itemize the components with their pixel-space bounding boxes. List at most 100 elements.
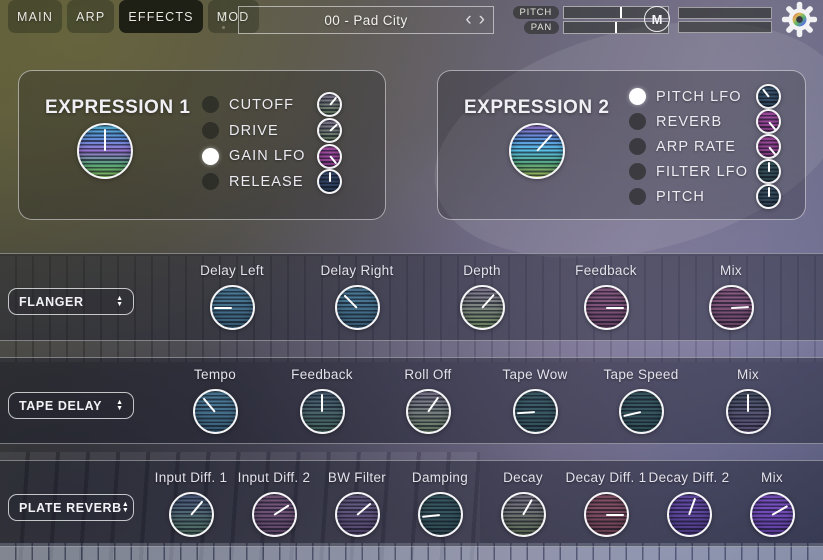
- option-label-pitch: PITCH: [656, 189, 705, 205]
- knob-pointer: [517, 411, 535, 414]
- expression-1-main-knob-wrap: [77, 123, 133, 179]
- expression-1-title: EXPRESSION 1: [45, 97, 190, 119]
- meter-bar: [678, 7, 772, 19]
- option-row-pitch-lfo: PITCH LFO: [629, 84, 781, 109]
- option-label-gain-lfo: GAIN LFO: [229, 148, 305, 164]
- effect-selector-label: FLANGER: [19, 295, 84, 309]
- knob-pointer: [427, 396, 439, 412]
- knob-tape-delay-feedback[interactable]: [300, 389, 345, 434]
- option-knob-drive[interactable]: [317, 118, 342, 143]
- knob-flanger-feedback[interactable]: [584, 285, 629, 330]
- effect-selector-flanger[interactable]: FLANGER ▲ ▼: [8, 288, 134, 315]
- knob-plate-reverb-input-diff-2[interactable]: [252, 492, 297, 537]
- option-knob-filter-lfo[interactable]: [756, 159, 781, 184]
- preset-selector[interactable]: 00 - Pad City ‹ ›: [238, 6, 494, 34]
- dropdown-down-icon: ▼: [122, 508, 129, 514]
- knob-pointer: [356, 502, 371, 515]
- option-radio-pitch[interactable]: [629, 188, 646, 205]
- option-knob-pitch[interactable]: [756, 184, 781, 209]
- knob-pointer: [329, 172, 331, 182]
- knob-label-mix: Mix: [676, 262, 786, 280]
- knob-pointer: [481, 293, 495, 308]
- pan-label: PAN: [513, 21, 559, 34]
- knob-plate-reverb-decay-diff-1[interactable]: [584, 492, 629, 537]
- option-radio-reverb[interactable]: [629, 113, 646, 130]
- knob-flanger-depth[interactable]: [460, 285, 505, 330]
- knob-group-tape-delay-tempo: Tempo: [160, 366, 270, 434]
- option-knob-pitch-lfo[interactable]: [756, 84, 781, 109]
- knob-tape-delay-tempo[interactable]: [193, 389, 238, 434]
- knob-pointer: [422, 514, 440, 518]
- knob-group-tape-delay-tape-speed: Tape Speed: [586, 366, 696, 434]
- knob-plate-reverb-mix[interactable]: [750, 492, 795, 537]
- option-radio-gain-lfo[interactable]: [202, 148, 219, 165]
- pan-slider-thumb[interactable]: [615, 22, 617, 33]
- knob-flanger-mix[interactable]: [709, 285, 754, 330]
- knob-pointer: [768, 187, 770, 197]
- effect-selector-label: PLATE REVERB: [19, 501, 122, 515]
- knob-pointer: [329, 123, 338, 131]
- mono-button[interactable]: M: [644, 6, 670, 32]
- knob-label-tape-speed: Tape Speed: [586, 366, 696, 384]
- knob-flanger-delay-left[interactable]: [210, 285, 255, 330]
- expression-2-panel: EXPRESSION 2 PITCH LFOREVERBARP RATEFILT…: [437, 70, 806, 220]
- knob-tape-delay-roll-off[interactable]: [406, 389, 451, 434]
- knob-plate-reverb-decay-diff-2[interactable]: [667, 492, 712, 537]
- effect-row-flanger: FLANGER ▲ ▼ Delay LeftDelay RightDepthFe…: [0, 253, 823, 341]
- expression-1-main-knob[interactable]: [77, 123, 133, 179]
- option-radio-pitch-lfo[interactable]: [629, 88, 646, 105]
- knob-plate-reverb-damping[interactable]: [418, 492, 463, 537]
- dropdown-arrows-icon: ▲ ▼: [116, 296, 123, 308]
- settings-gear-icon[interactable]: [781, 1, 818, 43]
- knob-plate-reverb-bw-filter[interactable]: [335, 492, 380, 537]
- knob-group-flanger-delay-left: Delay Left: [177, 262, 287, 330]
- expression-2-main-knob[interactable]: [509, 123, 565, 179]
- effect-selector-plate-reverb[interactable]: PLATE REVERB ▲ ▼: [8, 494, 134, 521]
- knob-plate-reverb-decay[interactable]: [501, 492, 546, 537]
- knob-flanger-delay-right[interactable]: [335, 285, 380, 330]
- preset-next-icon[interactable]: ›: [479, 10, 485, 30]
- option-row-filter-lfo: FILTER LFO: [629, 159, 781, 184]
- option-knob-arp-rate[interactable]: [756, 134, 781, 159]
- tab-effects[interactable]: EFFECTS: [119, 0, 202, 33]
- knob-group-flanger-delay-right: Delay Right: [302, 262, 412, 330]
- option-radio-drive[interactable]: [202, 122, 219, 139]
- option-knob-reverb[interactable]: [756, 109, 781, 134]
- knob-pointer: [329, 156, 337, 165]
- option-knob-gain-lfo[interactable]: [317, 144, 342, 169]
- knob-pointer: [768, 162, 770, 172]
- option-radio-cutoff[interactable]: [202, 96, 219, 113]
- plugin-window: MAINARPEFFECTSMOD 00 - Pad City ‹ › PITC…: [0, 0, 823, 560]
- knob-tape-delay-tape-speed[interactable]: [619, 389, 664, 434]
- knob-pointer: [321, 394, 323, 412]
- tab-bar: MAINARPEFFECTSMOD: [8, 0, 259, 33]
- tab-arp[interactable]: ARP: [67, 0, 114, 33]
- option-knob-cutoff[interactable]: [317, 92, 342, 117]
- knob-pointer: [203, 397, 216, 412]
- option-radio-arp-rate[interactable]: [629, 138, 646, 155]
- knob-label-delay-left: Delay Left: [177, 262, 287, 280]
- knob-pointer: [522, 498, 533, 515]
- knob-tape-delay-tape-wow[interactable]: [513, 389, 558, 434]
- effect-selector-tape-delay[interactable]: TAPE DELAY ▲ ▼: [8, 392, 134, 419]
- knob-pointer: [273, 504, 289, 515]
- knob-tape-delay-mix[interactable]: [726, 389, 771, 434]
- pitch-label-pill: PITCH: [513, 6, 560, 19]
- pan-label-pill: PAN: [524, 21, 559, 34]
- option-knob-release[interactable]: [317, 169, 342, 194]
- knob-pointer: [536, 134, 552, 152]
- effect-row-tape-delay: TAPE DELAY ▲ ▼ TempoFeedbackRoll OffTape…: [0, 357, 823, 444]
- preset-prev-icon[interactable]: ‹: [465, 10, 471, 30]
- option-radio-release[interactable]: [202, 173, 219, 190]
- expression-1-options: CUTOFFDRIVEGAIN LFORELEASE: [202, 92, 342, 195]
- knob-plate-reverb-input-diff-1[interactable]: [169, 492, 214, 537]
- tab-main[interactable]: MAIN: [8, 0, 62, 33]
- knob-label-feedback: Feedback: [551, 262, 661, 280]
- knob-pointer: [214, 307, 232, 309]
- knob-pointer: [623, 411, 641, 417]
- pitch-slider-thumb[interactable]: [620, 7, 622, 18]
- preset-name: 00 - Pad City: [324, 13, 407, 28]
- knob-pointer: [768, 121, 776, 130]
- option-radio-filter-lfo[interactable]: [629, 163, 646, 180]
- knob-label-delay-right: Delay Right: [302, 262, 412, 280]
